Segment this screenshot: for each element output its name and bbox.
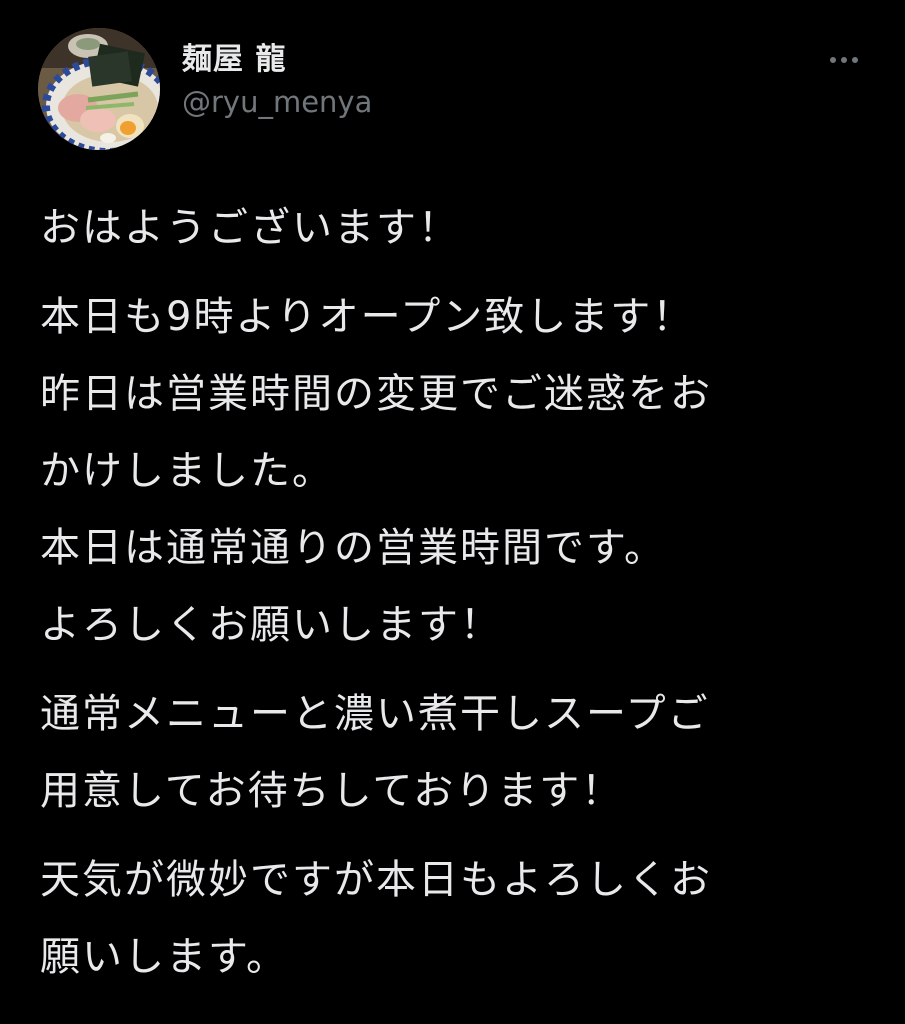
avatar[interactable] bbox=[38, 28, 160, 150]
tweet-line: 本日も9時よりオープン致します！ bbox=[40, 294, 695, 340]
tweet-header: 麺屋 龍 @ryu_menya bbox=[38, 28, 868, 150]
tweet-paragraph: 通常メニューと濃い煮干しスープご 用意してお待ちしております！ bbox=[40, 676, 870, 830]
tweet-line: 昨日は営業時間の変更でご迷惑をお bbox=[40, 371, 712, 417]
ramen-bowl-avatar-icon bbox=[38, 28, 160, 150]
more-options-button[interactable] bbox=[820, 40, 868, 80]
tweet-paragraph: 天気が微妙ですが本日もよろしくお 願いします。 bbox=[40, 842, 870, 996]
more-horizontal-icon-dot-3 bbox=[852, 57, 858, 63]
author-names: 麺屋 龍 @ryu_menya bbox=[182, 42, 372, 120]
author-display-name[interactable]: 麺屋 龍 bbox=[182, 42, 372, 78]
tweet-line: よろしくお願いします！ bbox=[40, 602, 502, 648]
author-handle[interactable]: @ryu_menya bbox=[182, 84, 372, 120]
tweet-line: 天気が微妙ですが本日もよろしくお bbox=[40, 857, 712, 903]
tweet-paragraph: 本日も9時よりオープン致します！ 昨日は営業時間の変更でご迷惑をお かけしました… bbox=[40, 279, 870, 664]
more-horizontal-icon-dot-2 bbox=[841, 57, 847, 63]
tweet-line: 用意してお待ちしております！ bbox=[40, 768, 624, 814]
tweet-line: 本日は通常通りの営業時間です。 bbox=[40, 525, 666, 571]
tweet-paragraph: おはようございます！ bbox=[40, 190, 870, 267]
tweet: 麺屋 龍 @ryu_menya おはようございます！ 本日も9時よりオープン致し… bbox=[0, 0, 905, 1024]
tweet-line: 通常メニューと濃い煮干しスープご bbox=[40, 691, 710, 737]
tweet-line: かけしました。 bbox=[40, 448, 334, 494]
tweet-text: おはようございます！ 本日も9時よりオープン致します！ 昨日は営業時間の変更でご… bbox=[40, 190, 870, 996]
more-horizontal-icon bbox=[830, 57, 836, 63]
tweet-line: おはようございます！ bbox=[40, 205, 460, 251]
tweet-line: 願いします。 bbox=[40, 934, 288, 980]
